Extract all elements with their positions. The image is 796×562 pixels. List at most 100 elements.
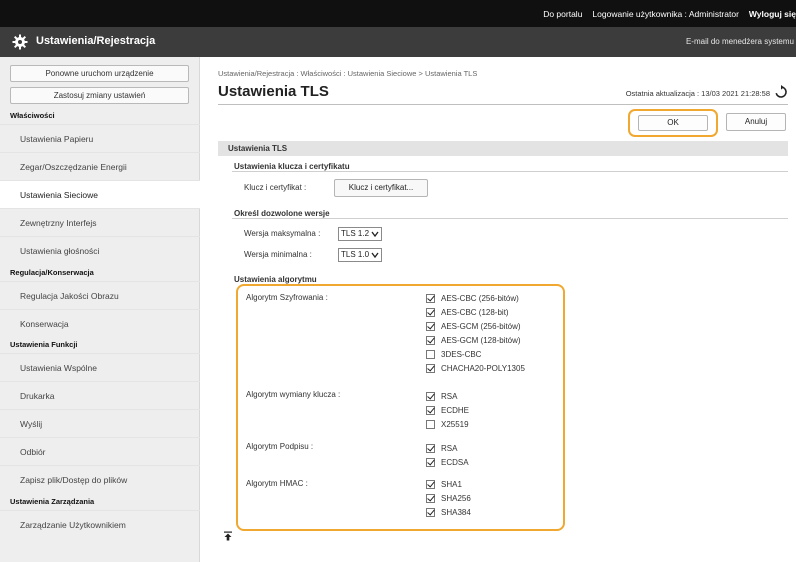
hmac-algorithm-label: Algorytm HMAC : [246,479,308,488]
section-header-tls: Ustawienia TLS [218,141,788,156]
sidebar-item-maintenance[interactable]: Konserwacja [0,309,200,337]
cipher-option-chacha20[interactable]: CHACHA20-POLY1305 [426,362,525,374]
option-label: AES-CBC (128-bit) [441,307,509,317]
checkbox[interactable] [426,405,435,415]
max-version-select[interactable]: TLS 1.2 [338,227,382,241]
gear-icon [12,34,28,50]
checkbox[interactable] [426,507,435,517]
sidebar-section-maintenance: Regulacja/Konserwacja [10,268,94,277]
min-version-select[interactable]: TLS 1.0 [338,248,382,262]
option-label: ECDSA [441,457,469,467]
logout-link[interactable]: Wyloguj się [749,9,796,19]
cipher-option-aes-cbc-128[interactable]: AES-CBC (128-bit) [426,306,509,318]
option-label: AES-GCM (256-bitów) [441,321,521,331]
collapse-top-icon[interactable] [223,531,233,541]
user-login-text: Logowanie użytkownika : [592,8,687,19]
ok-button[interactable]: OK [638,115,708,131]
cipher-option-aes-gcm-256[interactable]: AES-GCM (256-bitów) [426,320,521,332]
email-admin-link[interactable]: E-mail do menedżera systemu [686,37,794,46]
checkbox[interactable] [426,391,435,401]
key-cert-label: Klucz i certyfikat : [244,183,307,192]
key-cert-button[interactable]: Klucz i certyfikat... [334,179,428,197]
option-label: SHA256 [441,493,471,503]
main-content: Ustawienia/Rejestracja : Właściwości : U… [200,57,796,562]
checkbox[interactable] [426,493,435,503]
restart-device-button[interactable]: Ponowne uruchom urządzenie [10,65,189,82]
option-label: SHA384 [441,507,471,517]
option-label: AES-GCM (128-bitów) [441,335,521,345]
signature-option-ecdsa[interactable]: ECDSA [426,456,469,468]
ok-button-highlight: OK [628,109,718,137]
sidebar-item-user-management[interactable]: Zarządzanie Użytkownikiem [0,510,200,538]
sidebar-item-volume-settings[interactable]: Ustawienia głośności [0,236,200,264]
top-links: Do portalu Logowanie użytkownika : Admin… [543,0,796,27]
user-name: Administrator [688,8,739,19]
sidebar-item-timer-energy[interactable]: Zegar/Oszczędzanie Energii [0,152,200,180]
sidebar-item-external-interface[interactable]: Zewnętrzny Interfejs [0,208,200,236]
signature-algorithm-label: Algorytm Podpisu : [246,442,314,451]
user-login-label: Logowanie użytkownika : Administrator [592,9,739,19]
checkbox[interactable] [426,335,435,345]
app-title: Ustawienia/Rejestracja [36,35,156,47]
sidebar-item-printer[interactable]: Drukarka [0,381,200,409]
max-version-value: TLS 1.2 [341,229,370,238]
option-label: CHACHA20-POLY1305 [441,363,525,373]
algorithm-group-title: Ustawienia algorytmu [234,275,317,284]
checkbox[interactable] [426,443,435,453]
checkbox[interactable] [426,293,435,303]
checkbox[interactable] [426,321,435,331]
option-label: ECDHE [441,405,470,415]
key-exchange-option-ecdhe[interactable]: ECDHE [426,404,469,416]
cipher-option-aes-gcm-128[interactable]: AES-GCM (128-bitów) [426,334,521,346]
sidebar-item-network-settings[interactable]: Ustawienia Sieciowe [0,180,200,208]
key-cert-group-title: Ustawienia klucza i certyfikatu [234,162,350,171]
checkbox[interactable] [426,457,435,467]
checkbox[interactable] [426,307,435,317]
sidebar-item-send[interactable]: Wyślij [0,409,200,437]
option-label: X25519 [441,419,469,429]
checkbox[interactable] [426,363,435,373]
sidebar-section-management: Ustawienia Zarządzania [10,497,95,506]
min-version-value: TLS 1.0 [341,250,370,259]
option-label: 3DES-CBC [441,349,482,359]
option-label: RSA [441,391,458,401]
key-cert-divider [232,171,788,172]
hmac-option-sha384[interactable]: SHA384 [426,506,471,518]
key-exchange-label: Algorytm wymiany klucza : [246,390,341,399]
option-label: SHA1 [441,479,462,489]
cipher-algorithm-label: Algorytm Szyfrowania : [246,293,328,302]
sidebar-section-function-settings: Ustawienia Funkcji [10,340,78,349]
chevron-down-icon [371,231,379,238]
hmac-option-sha256[interactable]: SHA256 [426,492,471,504]
chevron-down-icon [371,252,379,259]
signature-option-rsa[interactable]: RSA [426,442,457,454]
min-version-label: Wersja minimalna : [244,250,312,259]
apply-settings-button[interactable]: Zastosuj zmiany ustawień [10,87,189,104]
title-bar: Ustawienia/Rejestracja E-mail do menedże… [0,27,796,57]
checkbox[interactable] [426,479,435,489]
cipher-option-aes-cbc-256[interactable]: AES-CBC (256-bitów) [426,292,519,304]
versions-divider [232,218,788,219]
breadcrumb: Ustawienia/Rejestracja : Właściwości : U… [218,69,478,78]
checkbox[interactable] [426,349,435,359]
title-divider [218,104,788,105]
last-update-timestamp: Ostatnia aktualizacja : 13/03 2021 21:28… [625,89,770,98]
max-version-label: Wersja maksymalna : [244,229,321,238]
page-title: Ustawienia TLS [218,83,329,100]
sidebar-item-common-settings[interactable]: Ustawienia Wspólne [0,353,200,381]
cancel-button[interactable]: Anuluj [726,113,786,131]
cipher-option-3des-cbc[interactable]: 3DES-CBC [426,348,481,360]
sidebar-item-receive[interactable]: Odbiór [0,437,200,465]
sidebar-section-properties: Właściwości [10,111,55,120]
option-label: AES-CBC (256-bitów) [441,293,519,303]
sidebar-item-store-access-files[interactable]: Zapisz plik/Dostęp do plików [0,465,200,493]
portal-link[interactable]: Do portalu [543,9,582,19]
checkbox[interactable] [426,419,435,429]
key-exchange-option-x25519[interactable]: X25519 [426,418,469,430]
sidebar-item-paper-settings[interactable]: Ustawienia Papieru [0,124,200,152]
refresh-icon[interactable] [774,85,788,99]
sidebar-item-image-quality[interactable]: Regulacja Jakości Obrazu [0,281,200,309]
hmac-option-sha1[interactable]: SHA1 [426,478,462,490]
key-exchange-option-rsa[interactable]: RSA [426,390,457,402]
top-bar: Do portalu Logowanie użytkownika : Admin… [0,0,796,27]
